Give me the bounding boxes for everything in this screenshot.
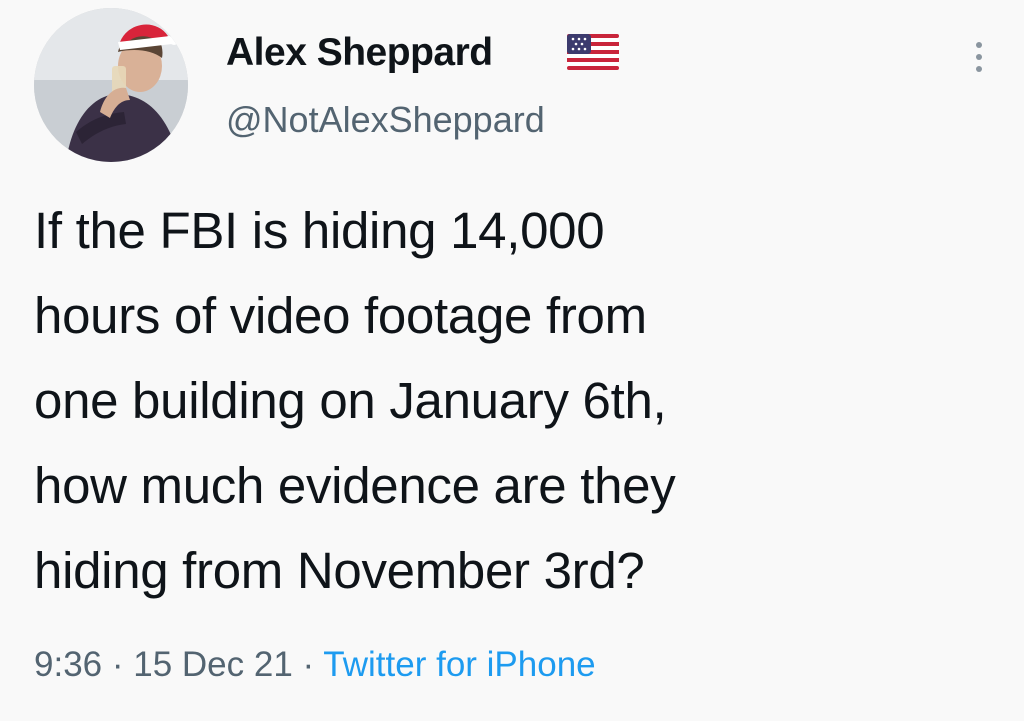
tweet-source-link[interactable]: Twitter for iPhone (323, 645, 595, 684)
tweet-time[interactable]: 9:36 (34, 645, 102, 684)
display-name[interactable]: Alex Sheppard (226, 28, 493, 78)
tweet-text-line: hiding from November 3rd? (34, 542, 645, 599)
tweet-text-line: one building on January 6th, (34, 372, 667, 429)
tweet-text-line: If the FBI is hiding 14,000 (34, 202, 605, 259)
tweet-date[interactable]: 15 Dec 21 (133, 645, 293, 684)
tweet-meta: 9:36 · 15 Dec 21 · Twitter for iPhone (34, 641, 596, 689)
avatar[interactable] (34, 8, 188, 162)
tweet-card: Alex Sheppard @NotAlexSheppard If the FB… (0, 0, 1024, 721)
user-handle[interactable]: @NotAlexSheppard (226, 97, 545, 143)
more-vertical-icon[interactable] (962, 32, 996, 82)
meta-separator: · (302, 645, 315, 684)
more-dot (976, 54, 982, 60)
more-dot (976, 66, 982, 72)
tweet-text-line: how much evidence are they (34, 457, 676, 514)
us-flag-icon (567, 34, 619, 70)
meta-separator: · (111, 645, 124, 684)
tweet-text-line: hours of video footage from (34, 287, 647, 344)
more-dot (976, 42, 982, 48)
tweet-text: If the FBI is hiding 14,000 hours of vid… (34, 188, 994, 613)
avatar-image (34, 8, 188, 162)
